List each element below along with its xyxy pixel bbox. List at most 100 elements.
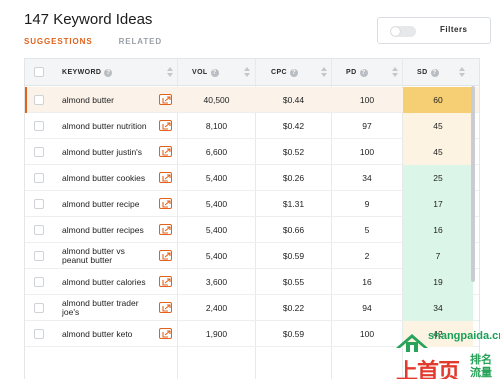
table-header: KEYWORD ? VOL ? CPC ? PD ? SD ?	[25, 59, 479, 86]
cpc-cell: $0.55	[282, 277, 305, 287]
table-row[interactable]: almond butter 40,500 $0.44 100 60	[25, 87, 479, 113]
sd-cell: 25	[403, 165, 473, 191]
column-header-vol[interactable]: VOL ?	[192, 59, 219, 86]
pd-cell: 100	[359, 95, 375, 105]
open-keyword-icon[interactable]	[159, 250, 172, 261]
pd-cell: 9	[364, 199, 370, 209]
help-icon[interactable]: ?	[289, 68, 298, 77]
tab-bar: SUGGESTIONS RELATED	[24, 37, 162, 46]
column-header-cpc[interactable]: CPC ?	[271, 59, 298, 86]
open-keyword-icon[interactable]	[159, 146, 172, 157]
table-row[interactable]: almond butter trader joe's 2,400 $0.22 94 34	[25, 295, 479, 321]
toggle-knob	[391, 27, 400, 36]
column-header-sd[interactable]: SD ?	[417, 59, 439, 86]
column-header-pd[interactable]: PD ?	[346, 59, 368, 86]
cpc-cell: $0.22	[282, 303, 305, 313]
pd-cell: 94	[362, 303, 372, 313]
vol-cell: 5,400	[205, 225, 228, 235]
filters-toggle[interactable]	[390, 26, 416, 37]
help-icon[interactable]: ?	[359, 68, 368, 77]
vol-cell: 5,400	[205, 251, 228, 261]
select-all-checkbox[interactable]	[34, 67, 44, 77]
table-row[interactable]: almond butter justin's 6,600 $0.52 100 45	[25, 139, 479, 165]
row-checkbox[interactable]	[34, 251, 44, 261]
watermark-logo: shangpaida.cn 上首页 排名 流量	[392, 326, 500, 379]
sd-cell: 60	[403, 87, 473, 113]
pd-cell: 100	[359, 147, 375, 157]
cpc-cell: $0.59	[282, 329, 305, 339]
vol-cell: 8,100	[205, 121, 228, 131]
open-keyword-icon[interactable]	[159, 198, 172, 209]
watermark-text-main: 上首页	[396, 359, 460, 379]
table-row[interactable]: almond butter cookies 5,400 $0.26 34 25	[25, 165, 479, 191]
help-icon[interactable]: ?	[104, 68, 113, 77]
vol-cell: 40,500	[203, 95, 230, 105]
help-icon[interactable]: ?	[430, 68, 439, 77]
watermark-text-side-bottom: 流量	[470, 367, 492, 379]
cpc-cell: $0.66	[282, 225, 305, 235]
sort-icon[interactable]	[244, 67, 250, 78]
column-header-label: KEYWORD	[62, 69, 102, 76]
vol-cell: 3,600	[205, 277, 228, 287]
cpc-cell: $1.31	[282, 199, 305, 209]
row-checkbox[interactable]	[34, 225, 44, 235]
sort-icon[interactable]	[167, 67, 173, 78]
filters-button[interactable]: Filters	[377, 17, 491, 44]
column-header-label: VOL	[192, 69, 208, 76]
open-keyword-icon[interactable]	[159, 328, 172, 339]
sd-cell: 45	[403, 113, 473, 139]
vol-cell: 2,400	[205, 303, 228, 313]
table-row[interactable]: almond butter nutrition 8,100 $0.42 97 45	[25, 113, 479, 139]
keyword-cell: almond butter vs peanut butter	[62, 246, 125, 265]
row-checkbox[interactable]	[34, 277, 44, 287]
open-keyword-icon[interactable]	[159, 224, 172, 235]
filters-label: Filters	[440, 25, 468, 34]
pd-cell: 16	[362, 277, 372, 287]
sd-cell: 16	[403, 217, 473, 243]
open-keyword-icon[interactable]	[159, 172, 172, 183]
sort-icon[interactable]	[459, 67, 465, 78]
row-checkbox[interactable]	[34, 95, 44, 105]
pd-cell: 97	[362, 121, 372, 131]
cpc-cell: $0.59	[282, 251, 305, 261]
tab-suggestions[interactable]: SUGGESTIONS	[24, 37, 93, 46]
column-header-label: SD	[417, 69, 428, 76]
keyword-cell: almond butter calories	[62, 277, 146, 287]
keyword-cell: almond butter keto	[62, 329, 133, 339]
row-checkbox[interactable]	[34, 329, 44, 339]
keyword-cell: almond butter cookies	[62, 173, 146, 183]
table-row[interactable]: almond butter recipe 5,400 $1.31 9 17	[25, 191, 479, 217]
cpc-cell: $0.44	[282, 95, 305, 105]
table-scrollbar[interactable]	[471, 86, 475, 282]
keyword-cell: almond butter trader joe's	[62, 298, 139, 317]
table-row[interactable]: almond butter calories 3,600 $0.55 16 19	[25, 269, 479, 295]
open-keyword-icon[interactable]	[159, 302, 172, 313]
watermark-url: shangpaida.cn	[428, 330, 500, 342]
sd-cell: 19	[403, 269, 473, 295]
table-row[interactable]: almond butter recipes 5,400 $0.66 5 16	[25, 217, 479, 243]
open-keyword-icon[interactable]	[159, 120, 172, 131]
row-checkbox[interactable]	[34, 199, 44, 209]
keyword-cell: almond butter justin's	[62, 147, 143, 157]
sd-cell: 7	[403, 243, 473, 269]
open-keyword-icon[interactable]	[159, 276, 172, 287]
row-checkbox[interactable]	[34, 303, 44, 313]
sort-icon[interactable]	[392, 67, 398, 78]
open-keyword-icon[interactable]	[159, 94, 172, 105]
sd-cell: 34	[403, 295, 473, 321]
page-title: 147 Keyword Ideas	[24, 11, 153, 28]
sort-icon[interactable]	[321, 67, 327, 78]
vol-cell: 5,400	[205, 173, 228, 183]
cpc-cell: $0.42	[282, 121, 305, 131]
row-checkbox[interactable]	[34, 147, 44, 157]
keyword-cell: almond butter nutrition	[62, 121, 147, 131]
row-checkbox[interactable]	[34, 173, 44, 183]
help-icon[interactable]: ?	[210, 68, 219, 77]
vol-cell: 5,400	[205, 199, 228, 209]
row-checkbox[interactable]	[34, 121, 44, 131]
table-row[interactable]: almond butter vs peanut butter 5,400 $0.59…	[25, 243, 479, 269]
column-header-keyword[interactable]: KEYWORD ?	[62, 59, 113, 86]
sd-cell: 17	[403, 191, 473, 217]
cpc-cell: $0.26	[282, 173, 305, 183]
tab-related[interactable]: RELATED	[119, 37, 162, 46]
